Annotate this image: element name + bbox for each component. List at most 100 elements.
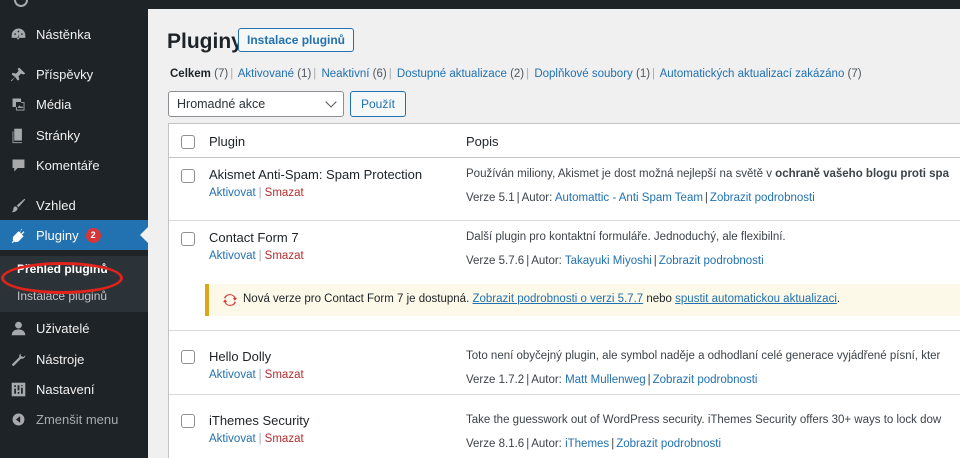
filter-updates[interactable]: Dostupné aktualizace bbox=[397, 68, 507, 80]
update-icon bbox=[223, 294, 237, 306]
table-header: Plugin Popis bbox=[169, 124, 960, 158]
view-details-link[interactable]: Zobrazit podrobnosti bbox=[710, 192, 815, 204]
plugin-name: iThemes Security bbox=[209, 413, 310, 428]
menu-item-label: Nastavení bbox=[36, 381, 95, 397]
menu-item-posts[interactable]: Příspěvky bbox=[0, 59, 148, 89]
wordpress-logo-icon[interactable] bbox=[14, 0, 28, 7]
menu-item-label: Příspěvky bbox=[36, 66, 94, 82]
collapse-icon bbox=[0, 411, 36, 428]
page-icon bbox=[0, 127, 36, 144]
author-link[interactable]: Matt Mullenweg bbox=[565, 374, 646, 386]
menu-item-label: Nástroje bbox=[36, 351, 85, 367]
author-prefix: Autor: bbox=[521, 192, 553, 204]
menu-item-appearance[interactable]: Vzhled bbox=[0, 190, 148, 220]
plugin-description: Používán miliony, Akismet je dost možná … bbox=[466, 168, 949, 180]
plugin-description: Toto není obyčejný plugin, ale symbol na… bbox=[466, 350, 941, 362]
plugin-icon bbox=[0, 227, 36, 244]
view-details-link[interactable]: Zobrazit podrobnosti bbox=[659, 255, 764, 267]
brush-icon bbox=[0, 197, 36, 214]
author-link[interactable]: iThemes bbox=[565, 438, 609, 450]
row-checkbox[interactable] bbox=[181, 414, 195, 428]
active-menu-arrow bbox=[140, 227, 148, 243]
filter-dropins[interactable]: Doplňkové soubory bbox=[534, 68, 632, 80]
plugin-version: Verze 5.1 bbox=[466, 192, 515, 204]
menu-item-tools[interactable]: Nástroje bbox=[0, 344, 148, 374]
admin-bar bbox=[0, 0, 960, 9]
menu-item-label: Nástěnka bbox=[36, 26, 91, 42]
plugin-meta: Verze 1.7.2 | Autor: Matt Mullenweg | Zobraz… bbox=[466, 374, 758, 386]
filter-count: (1) bbox=[635, 68, 651, 80]
media-icon bbox=[0, 96, 36, 113]
row-actions: Aktivovat | Smazat bbox=[209, 250, 304, 262]
menu-item-plugins[interactable]: Pluginy 2 bbox=[0, 220, 148, 250]
menu-item-pages[interactable]: Stránky bbox=[0, 120, 148, 150]
select-all-checkbox[interactable] bbox=[181, 135, 195, 149]
apply-button[interactable]: Použít bbox=[350, 91, 407, 117]
column-header-plugin: Plugin bbox=[209, 134, 246, 149]
collapse-menu-button[interactable]: Zmenšit menu bbox=[0, 404, 148, 434]
update-count-badge: 2 bbox=[85, 227, 101, 243]
author-prefix: Autor: bbox=[531, 438, 562, 450]
filter-active[interactable]: Aktivované bbox=[238, 68, 294, 80]
delete-link[interactable]: Smazat bbox=[265, 250, 304, 262]
menu-item-label: Pluginy bbox=[36, 227, 79, 243]
menu-item-users[interactable]: Uživatelé bbox=[0, 313, 148, 343]
filter-count: (6) bbox=[372, 68, 387, 80]
update-now-link[interactable]: spustit automatickou aktualizaci bbox=[675, 293, 837, 305]
delete-link[interactable]: Smazat bbox=[265, 369, 304, 381]
admin-sidebar: Nástěnka Příspěvky Média Stránky Komentá… bbox=[0, 9, 148, 458]
dashboard-icon bbox=[0, 26, 36, 43]
plugin-meta: Verze 5.7.6 | Autor: Takayuki Miyoshi | Zobr… bbox=[466, 255, 764, 267]
plugin-version: Verze 1.7.2 bbox=[466, 374, 525, 386]
filter-all[interactable]: Celkem bbox=[170, 68, 211, 80]
row-checkbox[interactable] bbox=[181, 169, 195, 183]
author-prefix: Autor: bbox=[531, 374, 562, 386]
menu-item-label: Vzhled bbox=[36, 197, 76, 213]
table-row: Hello Dolly Aktivovat | Smazat Toto není o… bbox=[169, 331, 960, 395]
author-link[interactable]: Automattic - Anti Spam Team bbox=[555, 192, 703, 204]
view-version-details-link[interactable]: Zobrazit podrobnosti o verzi 5.7.7 bbox=[472, 293, 643, 305]
highlight-annotation-ring bbox=[1, 262, 123, 294]
chevron-down-icon bbox=[325, 96, 337, 108]
add-new-plugin-button[interactable]: Instalace pluginů bbox=[238, 28, 355, 52]
page-title: Pluginy bbox=[167, 30, 243, 53]
activate-link[interactable]: Aktivovat bbox=[209, 250, 256, 262]
view-details-link[interactable]: Zobrazit podrobnosti bbox=[616, 438, 721, 450]
table-row: iThemes Security Aktivovat | Smazat Take t… bbox=[169, 395, 960, 458]
plugin-name: Hello Dolly bbox=[209, 349, 272, 364]
menu-item-dashboard[interactable]: Nástěnka bbox=[0, 19, 148, 49]
view-details-link[interactable]: Zobrazit podrobnosti bbox=[653, 374, 758, 386]
filter-count: (1) bbox=[297, 68, 312, 80]
plugin-meta: Verze 5.1 | Autor: Automattic - Anti Spam … bbox=[466, 192, 815, 204]
plugin-status-filters: Celkem (7) | Aktivované (1) | Neaktivní (6… bbox=[170, 68, 862, 80]
table-row: Akismet Anti-Spam: Spam Protection Aktiv… bbox=[169, 158, 960, 221]
menu-item-media[interactable]: Média bbox=[0, 89, 148, 119]
activate-link[interactable]: Aktivovat bbox=[209, 433, 256, 445]
delete-link[interactable]: Smazat bbox=[265, 433, 304, 445]
delete-link[interactable]: Smazat bbox=[265, 187, 304, 199]
pin-icon bbox=[0, 66, 36, 83]
activate-link[interactable]: Aktivovat bbox=[209, 369, 256, 381]
plugin-version: Verze 5.7.6 bbox=[466, 255, 525, 267]
bulk-actions-select[interactable]: Hromadné akce bbox=[168, 91, 344, 117]
filter-autoupdate-disabled[interactable]: Automatických aktualizací zakázáno bbox=[660, 68, 845, 80]
menu-item-label: Uživatelé bbox=[36, 320, 90, 336]
update-notice: Nová verze pro Contact Form 7 je dostupn… bbox=[205, 284, 960, 316]
filter-count: (2) bbox=[510, 68, 525, 80]
update-notice-text: Nová verze pro Contact Form 7 je dostupn… bbox=[243, 293, 841, 305]
wrench-icon bbox=[0, 351, 36, 368]
table-row: Contact Form 7 Aktivovat | Smazat Další pl… bbox=[169, 221, 960, 331]
plugin-version: Verze 8.1.6 bbox=[466, 438, 525, 450]
activate-link[interactable]: Aktivovat bbox=[209, 187, 256, 199]
menu-item-label: Média bbox=[36, 96, 72, 112]
menu-item-comments[interactable]: Komentáře bbox=[0, 150, 148, 180]
row-checkbox[interactable] bbox=[181, 232, 195, 246]
menu-item-label: Zmenšit menu bbox=[36, 411, 119, 427]
menu-item-settings[interactable]: Nastavení bbox=[0, 374, 148, 404]
row-checkbox[interactable] bbox=[181, 350, 195, 364]
main-content: Pluginy Instalace pluginů Celkem (7) | Ak… bbox=[148, 9, 960, 458]
author-prefix: Autor: bbox=[531, 255, 562, 267]
author-link[interactable]: Takayuki Miyoshi bbox=[565, 255, 652, 267]
filter-count: (7) bbox=[214, 68, 229, 80]
filter-inactive[interactable]: Neaktivní bbox=[321, 68, 369, 80]
